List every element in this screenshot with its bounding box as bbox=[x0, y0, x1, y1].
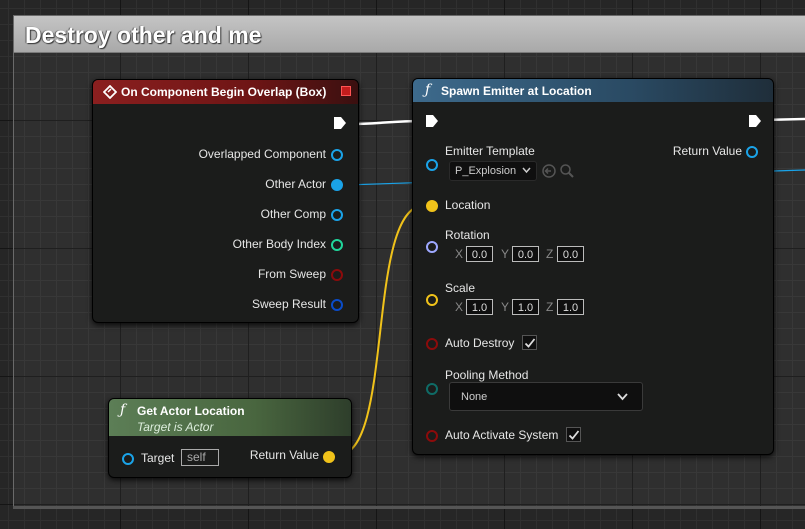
rotation-label: Rotation bbox=[445, 228, 490, 242]
other-body-index-pin[interactable] bbox=[331, 239, 343, 251]
pin-label-from-sweep: From Sweep bbox=[257, 267, 326, 281]
pooling-method-pin[interactable] bbox=[426, 383, 438, 395]
pin-label-sweep-result: Sweep Result bbox=[251, 297, 326, 311]
pin-label-other-body-index: Other Body Index bbox=[232, 237, 326, 251]
function-icon: ƒ bbox=[120, 402, 126, 418]
location-pin[interactable] bbox=[426, 200, 438, 212]
overlap-node-title: On Component Begin Overlap (Box) bbox=[121, 85, 327, 99]
rotation-x-input[interactable]: 0.0 bbox=[466, 246, 493, 262]
pooling-method-value: None bbox=[461, 391, 488, 403]
scale-z-input[interactable]: 1.0 bbox=[557, 299, 584, 315]
exec-in-pin[interactable] bbox=[425, 114, 439, 128]
auto-destroy-checkbox[interactable] bbox=[522, 335, 537, 350]
return-value-label: Return Value bbox=[672, 144, 742, 158]
pooling-method-dropdown[interactable]: None bbox=[449, 382, 643, 411]
scale-label: Scale bbox=[445, 281, 476, 295]
other-actor-pin[interactable] bbox=[331, 179, 343, 191]
rotation-y-input[interactable]: 0.0 bbox=[512, 246, 539, 262]
rotation-y-axis-label: Y bbox=[501, 247, 510, 261]
auto-activate-pin[interactable] bbox=[426, 430, 438, 442]
auto-destroy-pin[interactable] bbox=[426, 338, 438, 350]
scale-y-axis-label: Y bbox=[501, 300, 510, 314]
emitter-template-label: Emitter Template bbox=[445, 144, 535, 158]
chevron-down-icon bbox=[617, 393, 628, 401]
spawn-emitter-node[interactable]: ƒ Spawn Emitter at Location Emitter Temp… bbox=[412, 78, 774, 455]
emitter-template-dropdown[interactable]: P_Explosion bbox=[449, 161, 537, 181]
from-sweep-pin[interactable] bbox=[331, 269, 343, 281]
sweep-result-pin[interactable] bbox=[331, 299, 343, 311]
browse-asset-icon[interactable] bbox=[559, 163, 575, 179]
function-icon: ƒ bbox=[425, 82, 431, 98]
return-value-pin[interactable] bbox=[323, 451, 335, 463]
return-value-label: Return Value bbox=[249, 448, 319, 462]
overlap-node-header[interactable]: On Component Begin Overlap (Box) bbox=[93, 80, 358, 104]
pin-label-overlapped-component: Overlapped Component bbox=[198, 147, 326, 161]
exec-out-pin[interactable] bbox=[333, 116, 347, 130]
target-label: Target bbox=[141, 451, 175, 465]
auto-activate-label: Auto Activate System bbox=[445, 428, 559, 442]
delegate-pin-icon[interactable] bbox=[341, 86, 351, 96]
emitter-template-value: P_Explosion bbox=[455, 165, 517, 177]
get-location-node-subtitle: Target is Actor bbox=[137, 420, 214, 434]
checkmark-icon bbox=[568, 430, 580, 440]
auto-activate-checkbox[interactable] bbox=[566, 427, 581, 442]
other-comp-pin[interactable] bbox=[331, 209, 343, 221]
target-self-field[interactable]: self bbox=[181, 449, 219, 466]
scale-x-input[interactable]: 1.0 bbox=[466, 299, 493, 315]
rotation-pin[interactable] bbox=[426, 241, 438, 253]
auto-destroy-label: Auto Destroy bbox=[445, 336, 515, 350]
rotation-z-input[interactable]: 0.0 bbox=[557, 246, 584, 262]
checkmark-icon bbox=[524, 338, 536, 348]
pin-label-other-actor: Other Actor bbox=[265, 177, 326, 191]
location-label: Location bbox=[445, 198, 491, 212]
get-actor-location-node[interactable]: ƒ Get Actor Location Target is Actor Tar… bbox=[108, 398, 352, 478]
return-value-pin[interactable] bbox=[746, 146, 758, 158]
overlapped-component-pin[interactable] bbox=[331, 149, 343, 161]
rotation-x-axis-label: X bbox=[455, 247, 464, 261]
scale-z-axis-label: Z bbox=[546, 300, 554, 314]
event-diamond-icon bbox=[103, 85, 117, 99]
target-pin[interactable] bbox=[122, 453, 134, 465]
get-location-node-header[interactable]: ƒ Get Actor Location Target is Actor bbox=[109, 399, 351, 436]
get-location-node-title: Get Actor Location bbox=[137, 404, 245, 418]
scale-y-input[interactable]: 1.0 bbox=[512, 299, 539, 315]
chevron-down-icon bbox=[522, 167, 531, 174]
spawn-node-header[interactable]: ƒ Spawn Emitter at Location bbox=[413, 79, 773, 102]
emitter-template-pin[interactable] bbox=[426, 159, 438, 171]
exec-out-pin[interactable] bbox=[748, 114, 762, 128]
use-selected-asset-icon[interactable] bbox=[541, 163, 557, 179]
rotation-z-axis-label: Z bbox=[546, 247, 554, 261]
pin-label-other-comp: Other Comp bbox=[260, 207, 326, 221]
pooling-method-label: Pooling Method bbox=[445, 368, 529, 382]
scale-x-axis-label: X bbox=[455, 300, 464, 314]
spawn-node-title: Spawn Emitter at Location bbox=[441, 84, 592, 98]
overlap-event-node[interactable]: On Component Begin Overlap (Box) Overlap… bbox=[92, 79, 359, 323]
scale-pin[interactable] bbox=[426, 294, 438, 306]
